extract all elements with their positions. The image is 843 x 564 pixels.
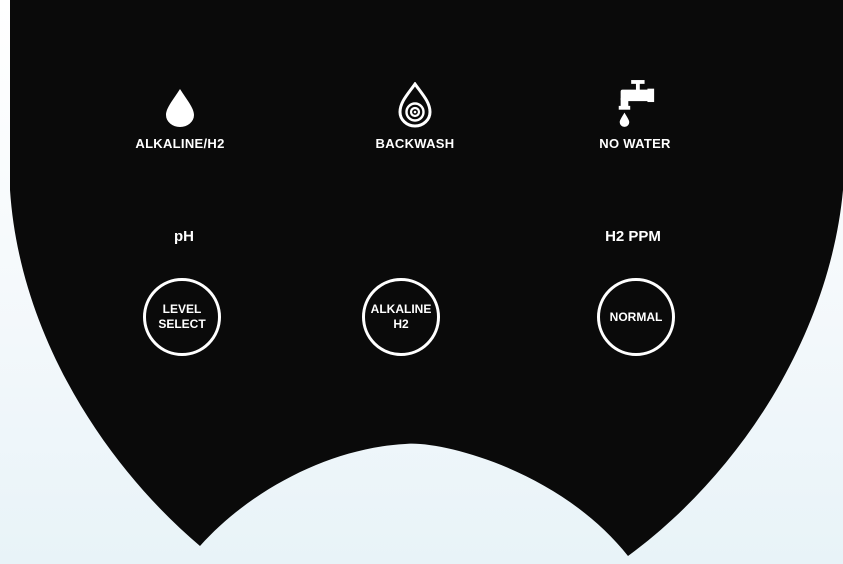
indicator-label: ALKALINE/H2: [135, 136, 225, 151]
alkaline-h2-button[interactable]: ALKALINE H2: [362, 278, 440, 356]
indicator-label: NO WATER: [599, 136, 671, 151]
h2-ppm-label: H2 PPM: [605, 228, 661, 245]
indicator-no-water: NO WATER: [545, 80, 725, 151]
ph-label: pH: [174, 228, 194, 245]
indicator-backwash: BACKWASH: [325, 82, 505, 151]
indicator-label: BACKWASH: [375, 136, 455, 151]
normal-button[interactable]: NORMAL: [597, 278, 675, 356]
level-select-button[interactable]: LEVEL SELECT: [143, 278, 221, 356]
indicator-alkaline-h2: ALKALINE/H2: [90, 82, 270, 151]
water-drop-icon: [158, 82, 202, 128]
spiral-drop-icon: [393, 82, 437, 128]
faucet-icon: [613, 80, 657, 128]
